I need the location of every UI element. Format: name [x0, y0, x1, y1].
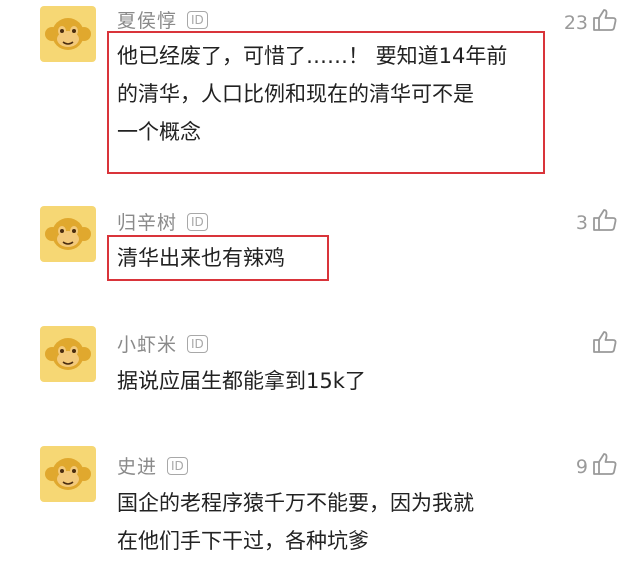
comment-item: 归辛树 ID 3 清华出来也有辣鸡 — [0, 200, 640, 300]
avatar[interactable] — [40, 6, 96, 62]
comment-text-line: 据说应届生都能拿到15k了 — [117, 369, 366, 393]
username-text[interactable]: 小虾米 — [117, 330, 177, 357]
comment-text: 据说应届生都能拿到15k了 — [117, 362, 366, 400]
username-text[interactable]: 归辛树 — [117, 208, 177, 235]
like-button[interactable]: 23 — [564, 7, 618, 38]
comment-text-line: 他已经废了，可惜了……！ 要知道14年前 — [117, 44, 508, 68]
avatar[interactable] — [40, 326, 96, 382]
id-badge-icon: ID — [187, 334, 208, 353]
thumbs-up-icon — [592, 329, 618, 360]
comment-text: 国企的老程序猿千万不能要，因为我就 在他们手下干过，各种坑爹 — [117, 484, 474, 560]
like-button[interactable]: 3 — [576, 207, 618, 238]
thumbs-up-icon — [592, 7, 618, 38]
comment-item: 小虾米 ID 据说应届生都能拿到15k了 — [0, 320, 640, 420]
comment-username[interactable]: 史进 ID — [117, 452, 188, 479]
comment-text-line: 清华出来也有辣鸡 — [117, 246, 285, 270]
like-count: 9 — [575, 455, 588, 478]
id-badge-icon: ID — [187, 212, 208, 231]
thumbs-up-icon — [592, 207, 618, 238]
like-count: 3 — [575, 211, 588, 234]
comment-item: 史进 ID 9 国企的老程序猿千万不能要，因为我就 在他们手下干过，各种坑爹 — [0, 440, 640, 572]
monkey-avatar-icon — [40, 6, 96, 62]
avatar[interactable] — [40, 206, 96, 262]
id-badge-icon: ID — [187, 10, 208, 29]
comment-text: 清华出来也有辣鸡 — [117, 239, 285, 277]
comment-text-line: 国企的老程序猿千万不能要，因为我就 — [117, 491, 474, 515]
avatar[interactable] — [40, 446, 96, 502]
comment-text: 他已经废了，可惜了……！ 要知道14年前 的清华，人口比例和现在的清华可不是 一… — [117, 37, 507, 151]
comment-username[interactable]: 归辛树 ID — [117, 208, 208, 235]
comment-text-line: 在他们手下干过，各种坑爹 — [117, 529, 369, 553]
comment-item: 夏侯惇 ID 23 他已经废了，可惜了……！ 要知道14年前 的清华，人口比例和… — [0, 0, 640, 190]
like-button[interactable]: 9 — [576, 451, 618, 482]
like-count: 23 — [563, 11, 588, 34]
comment-username[interactable]: 夏侯惇 ID — [117, 6, 208, 33]
like-button[interactable] — [588, 329, 618, 360]
comment-text-line: 一个概念 — [117, 120, 201, 144]
id-badge-icon: ID — [167, 456, 188, 475]
username-text[interactable]: 史进 — [117, 452, 157, 479]
monkey-avatar-icon — [40, 206, 96, 262]
monkey-avatar-icon — [40, 446, 96, 502]
comment-text-line: 的清华，人口比例和现在的清华可不是 — [117, 82, 474, 106]
username-text[interactable]: 夏侯惇 — [117, 6, 177, 33]
comment-username[interactable]: 小虾米 ID — [117, 330, 208, 357]
thumbs-up-icon — [592, 451, 618, 482]
monkey-avatar-icon — [40, 326, 96, 382]
